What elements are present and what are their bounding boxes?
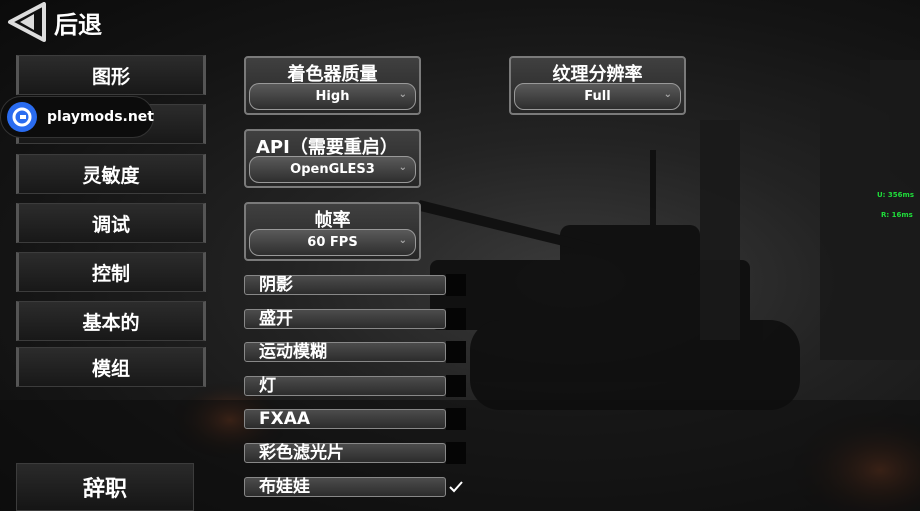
- texture-resolution-dropdown[interactable]: Full ⌄: [514, 83, 681, 110]
- fps-value: 60 FPS: [307, 235, 358, 250]
- checkbox-bloom[interactable]: [446, 308, 466, 330]
- toggle-motion-blur[interactable]: 运动模糊: [244, 342, 446, 362]
- checkbox-lights[interactable]: [446, 375, 466, 397]
- back-label: 后退: [54, 10, 102, 39]
- fps-panel: 帧率 60 FPS ⌄: [244, 202, 421, 261]
- shader-quality-dropdown[interactable]: High ⌄: [249, 83, 416, 110]
- texture-resolution-value: Full: [584, 89, 611, 104]
- chevron-down-icon: ⌄: [398, 162, 407, 173]
- api-panel: API（需要重启） OpenGLES3 ⌄: [244, 129, 421, 188]
- menu-item-debug[interactable]: 调试: [16, 203, 206, 243]
- api-value: OpenGLES3: [290, 162, 375, 177]
- chevron-down-icon: ⌄: [398, 89, 407, 100]
- stat-render-time: R: 16ms: [881, 211, 913, 219]
- chevron-down-icon: ⌄: [663, 89, 672, 100]
- checkbox-color-filter[interactable]: [446, 442, 466, 464]
- shader-quality-value: High: [315, 89, 350, 104]
- playmods-logo-icon: [7, 102, 37, 132]
- menu-item-controls[interactable]: 控制: [16, 252, 206, 292]
- toggle-lights[interactable]: 灯: [244, 376, 446, 396]
- fps-dropdown[interactable]: 60 FPS ⌄: [249, 229, 416, 256]
- stat-update-time: U: 356ms: [877, 191, 914, 199]
- watermark-badge: playmods.net: [0, 96, 154, 138]
- toggle-fxaa[interactable]: FXAA: [244, 409, 446, 429]
- back-arrow-icon: [8, 2, 46, 42]
- menu-item-mods[interactable]: 模组: [16, 347, 206, 387]
- watermark-text: playmods.net: [47, 109, 154, 125]
- checkmark-icon: [449, 481, 463, 493]
- shader-quality-panel: 着色器质量 High ⌄: [244, 56, 421, 115]
- texture-resolution-panel: 纹理分辨率 Full ⌄: [509, 56, 686, 115]
- checkbox-fxaa[interactable]: [446, 408, 466, 430]
- menu-item-graphics[interactable]: 图形: [16, 55, 206, 95]
- resign-button[interactable]: 辞职: [16, 463, 194, 511]
- chevron-down-icon: ⌄: [398, 235, 407, 246]
- checkbox-motion-blur[interactable]: [446, 341, 466, 363]
- api-dropdown[interactable]: OpenGLES3 ⌄: [249, 156, 416, 183]
- toggle-shadows[interactable]: 阴影: [244, 275, 446, 295]
- toggle-ragdoll[interactable]: 布娃娃: [244, 477, 446, 497]
- menu-item-sensitivity[interactable]: 灵敏度: [16, 154, 206, 194]
- toggle-color-filter[interactable]: 彩色滤光片: [244, 443, 446, 463]
- checkbox-ragdoll[interactable]: [446, 476, 466, 498]
- checkbox-shadows[interactable]: [446, 274, 466, 296]
- back-button[interactable]: 后退: [4, 2, 102, 42]
- menu-item-basic[interactable]: 基本的: [16, 301, 206, 341]
- toggle-bloom[interactable]: 盛开: [244, 309, 446, 329]
